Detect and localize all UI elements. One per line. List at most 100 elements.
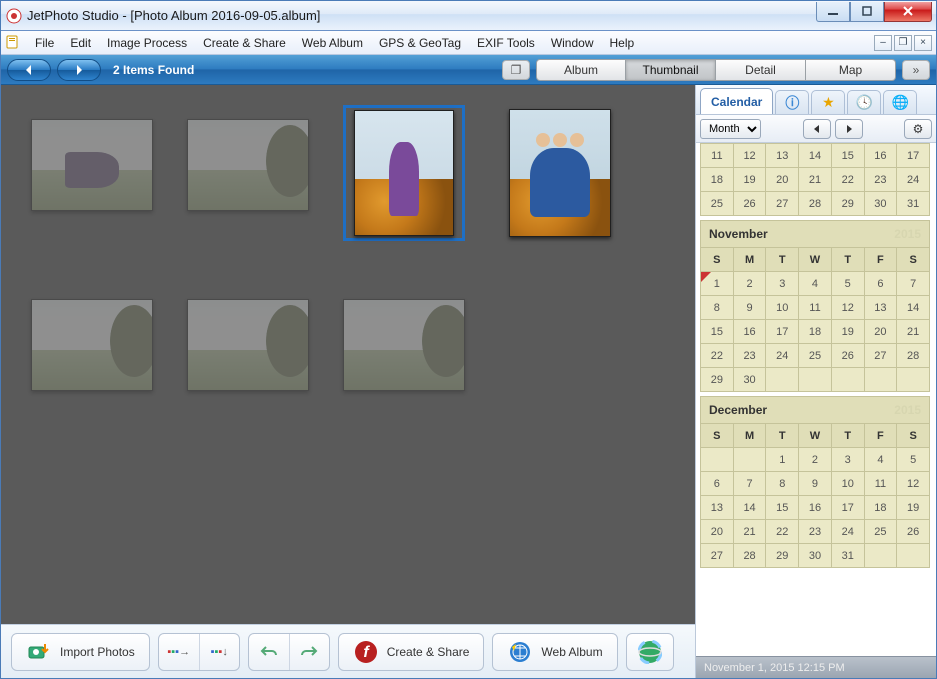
day-cell[interactable]: 31 <box>832 544 865 568</box>
day-cell[interactable]: 30 <box>865 192 898 216</box>
thumbnail[interactable] <box>499 105 621 241</box>
day-cell[interactable]: 11 <box>865 472 898 496</box>
calendar-scroll[interactable]: 1112131415161718192021222324252627282930… <box>696 143 936 656</box>
mdi-close-button[interactable]: × <box>914 35 932 51</box>
day-cell[interactable]: 14 <box>734 496 767 520</box>
menu-create-share[interactable]: Create & Share <box>195 34 294 52</box>
day-cell[interactable]: 19 <box>734 168 767 192</box>
thumbnail[interactable] <box>187 105 309 225</box>
mdi-restore-button[interactable]: ❐ <box>894 35 912 51</box>
day-cell[interactable]: 20 <box>865 320 898 344</box>
menu-exif-tools[interactable]: EXIF Tools <box>469 34 543 52</box>
day-cell[interactable]: 21 <box>734 520 767 544</box>
day-cell[interactable]: 29 <box>766 544 799 568</box>
day-cell[interactable]: 13 <box>766 144 799 168</box>
thumbnail[interactable] <box>343 105 465 241</box>
minimize-button[interactable] <box>816 2 850 22</box>
day-cell[interactable]: 23 <box>734 344 767 368</box>
menu-web-album[interactable]: Web Album <box>294 34 371 52</box>
sort-asc-button[interactable]: ▪▪▪→ <box>159 634 199 670</box>
day-cell[interactable]: 7 <box>897 272 930 296</box>
day-cell[interactable]: 12 <box>734 144 767 168</box>
day-cell[interactable]: 17 <box>897 144 930 168</box>
menu-image-process[interactable]: Image Process <box>99 34 195 52</box>
day-cell[interactable]: 20 <box>701 520 734 544</box>
sort-desc-button[interactable]: ▪▪▪↓ <box>199 634 239 670</box>
day-cell[interactable]: 17 <box>832 496 865 520</box>
menu-edit[interactable]: Edit <box>62 34 99 52</box>
day-cell[interactable]: 22 <box>832 168 865 192</box>
day-cell[interactable]: 11 <box>701 144 734 168</box>
day-cell[interactable]: 25 <box>865 520 898 544</box>
day-cell[interactable]: 17 <box>766 320 799 344</box>
day-cell[interactable]: 5 <box>832 272 865 296</box>
day-cell[interactable]: 24 <box>766 344 799 368</box>
day-cell[interactable]: 11 <box>799 296 832 320</box>
thumbnail[interactable] <box>343 285 465 405</box>
day-cell[interactable]: 15 <box>832 144 865 168</box>
redo-button[interactable] <box>289 634 329 670</box>
day-cell[interactable]: 22 <box>766 520 799 544</box>
thumbnail[interactable] <box>31 285 153 405</box>
day-cell[interactable]: 10 <box>766 296 799 320</box>
day-cell[interactable]: 18 <box>701 168 734 192</box>
maximize-button[interactable] <box>850 2 884 22</box>
menu-help[interactable]: Help <box>602 34 643 52</box>
day-cell[interactable]: 3 <box>766 272 799 296</box>
day-cell[interactable]: 22 <box>701 344 734 368</box>
menu-file[interactable]: File <box>27 34 62 52</box>
undo-button[interactable] <box>249 634 289 670</box>
day-cell[interactable]: 30 <box>734 368 767 392</box>
day-cell[interactable]: 26 <box>832 344 865 368</box>
day-cell[interactable]: 25 <box>701 192 734 216</box>
day-cell[interactable]: 27 <box>701 544 734 568</box>
tab-map[interactable]: 🌐 <box>883 90 917 114</box>
view-thumbnail[interactable]: Thumbnail <box>626 59 716 81</box>
tab-recent[interactable]: 🕓 <box>847 90 881 114</box>
day-cell[interactable]: 15 <box>766 496 799 520</box>
tab-info[interactable]: ⓘ <box>775 90 809 114</box>
day-cell[interactable]: 24 <box>897 168 930 192</box>
cal-next-button[interactable] <box>835 119 863 139</box>
forward-button[interactable] <box>57 59 101 81</box>
day-cell[interactable]: 20 <box>766 168 799 192</box>
day-cell[interactable]: 7 <box>734 472 767 496</box>
day-cell[interactable]: 28 <box>897 344 930 368</box>
close-button[interactable] <box>884 2 932 22</box>
day-cell[interactable]: 23 <box>865 168 898 192</box>
day-cell[interactable]: 30 <box>799 544 832 568</box>
mdi-minimize-button[interactable]: – <box>874 35 892 51</box>
day-cell[interactable]: 15 <box>701 320 734 344</box>
day-cell[interactable]: 8 <box>766 472 799 496</box>
day-cell[interactable]: 19 <box>832 320 865 344</box>
day-cell[interactable]: 2 <box>734 272 767 296</box>
day-cell[interactable]: 9 <box>799 472 832 496</box>
day-cell[interactable]: 14 <box>897 296 930 320</box>
range-select[interactable]: Month <box>700 119 761 139</box>
day-cell[interactable]: 8 <box>701 296 734 320</box>
day-cell[interactable]: 21 <box>897 320 930 344</box>
day-cell[interactable]: 6 <box>865 272 898 296</box>
day-cell[interactable]: 5 <box>897 448 930 472</box>
day-cell[interactable]: 4 <box>799 272 832 296</box>
day-cell[interactable]: 12 <box>897 472 930 496</box>
day-cell[interactable]: 14 <box>799 144 832 168</box>
view-map[interactable]: Map <box>806 59 896 81</box>
day-cell[interactable]: 19 <box>897 496 930 520</box>
cal-prev-button[interactable] <box>803 119 831 139</box>
menu-gps-geotag[interactable]: GPS & GeoTag <box>371 34 469 52</box>
day-cell[interactable]: 16 <box>734 320 767 344</box>
day-cell[interactable]: 12 <box>832 296 865 320</box>
day-cell[interactable]: 28 <box>799 192 832 216</box>
view-prev-button[interactable]: ❐ <box>502 60 530 80</box>
back-button[interactable] <box>7 59 51 81</box>
day-cell[interactable]: 6 <box>701 472 734 496</box>
view-album[interactable]: Album <box>536 59 626 81</box>
tab-favorites[interactable]: ★ <box>811 90 845 114</box>
day-cell[interactable]: 25 <box>799 344 832 368</box>
day-cell[interactable]: 18 <box>799 320 832 344</box>
create-share-button[interactable]: f Create & Share <box>338 633 485 671</box>
day-cell[interactable]: 16 <box>799 496 832 520</box>
day-cell[interactable]: 1 <box>701 272 734 296</box>
day-cell[interactable]: 26 <box>897 520 930 544</box>
